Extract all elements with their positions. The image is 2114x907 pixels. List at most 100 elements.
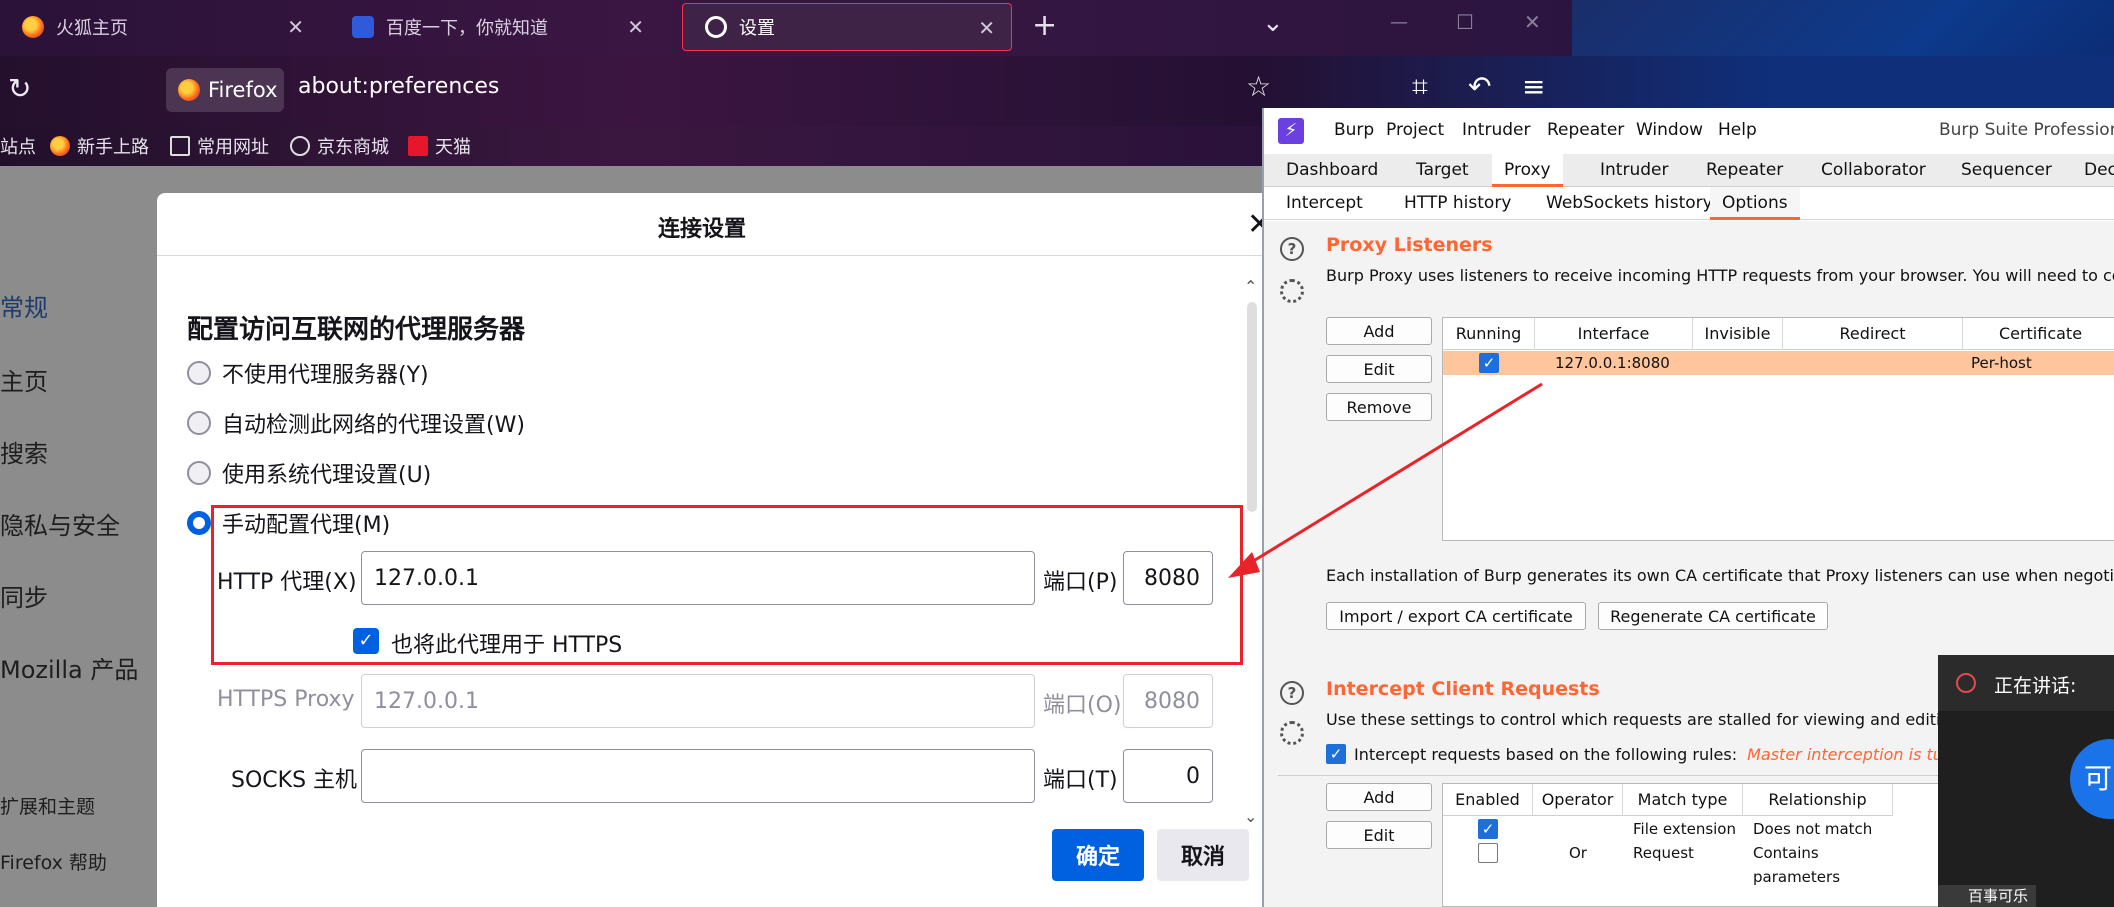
- regenerate-ca-button[interactable]: Regenerate CA certificate: [1598, 602, 1828, 630]
- help-icon[interactable]: ?: [1280, 681, 1304, 705]
- maximize-button[interactable]: ☐: [1456, 10, 1474, 34]
- tab-baidu[interactable]: 百度一下，你就知道 ✕: [330, 3, 660, 51]
- menu-intruder[interactable]: Intruder: [1462, 120, 1530, 140]
- socks-host-input[interactable]: [361, 749, 1035, 803]
- scroll-down-icon[interactable]: ⌄: [1244, 807, 1257, 826]
- table-row[interactable]: Or Request Contains parameters: [1443, 841, 1893, 886]
- tab-http-history[interactable]: HTTP history: [1392, 187, 1523, 220]
- column-header[interactable]: Redirect: [1783, 318, 1963, 350]
- bookmark-item[interactable]: 新手上路: [50, 132, 149, 160]
- tab-sequencer[interactable]: Sequencer: [1949, 154, 2064, 187]
- gear-icon[interactable]: [1280, 721, 1304, 745]
- radio-button[interactable]: [187, 461, 211, 485]
- column-header[interactable]: Operator: [1533, 784, 1623, 816]
- sidebar-item-privacy[interactable]: 隐私与安全: [0, 506, 120, 541]
- sidebar-item-general[interactable]: 常规: [0, 288, 48, 323]
- menu-burp[interactable]: Burp: [1334, 120, 1374, 140]
- menu-repeater[interactable]: Repeater: [1547, 120, 1624, 140]
- rule-add-button[interactable]: Add: [1326, 783, 1432, 811]
- close-tab-icon[interactable]: ✕: [978, 16, 995, 40]
- radio-button[interactable]: [187, 411, 211, 435]
- reload-icon[interactable]: ↻: [8, 72, 31, 105]
- https-port-input[interactable]: 8080: [1123, 674, 1213, 728]
- rule-edit-button[interactable]: Edit: [1326, 821, 1432, 849]
- column-header[interactable]: Invisible: [1693, 318, 1783, 350]
- sidebar-item-home[interactable]: 主页: [0, 362, 48, 397]
- table-row[interactable]: ✓ File extension Does not match: [1443, 817, 1893, 841]
- import-export-ca-button[interactable]: Import / export CA certificate: [1326, 602, 1586, 630]
- https-checkbox[interactable]: ✓: [353, 628, 379, 654]
- rule-enabled-checkbox[interactable]: [1478, 843, 1498, 863]
- http-port-input[interactable]: 8080: [1123, 551, 1213, 605]
- meeting-speaker-widget[interactable]: 正在讲话: 可 百事可乐: [1938, 655, 2114, 907]
- column-header[interactable]: Interface: [1535, 318, 1693, 350]
- rule-enabled-checkbox[interactable]: ✓: [1478, 819, 1498, 839]
- listeners-table[interactable]: Running Interface Invisible Redirect Cer…: [1442, 317, 2114, 541]
- tab-decoder[interactable]: Dec: [2072, 154, 2114, 187]
- close-tab-icon[interactable]: ✕: [627, 15, 644, 39]
- minimize-button[interactable]: —: [1390, 12, 1408, 33]
- tab-dashboard[interactable]: Dashboard: [1274, 154, 1390, 187]
- bookmark-item[interactable]: 常用网址: [170, 132, 269, 160]
- table-row[interactable]: ✓ 127.0.0.1:8080 Per-host: [1443, 351, 2114, 375]
- radio-auto-detect[interactable]: 自动检测此网络的代理设置(W): [187, 407, 525, 439]
- bookmark-star-icon[interactable]: ☆: [1246, 70, 1271, 103]
- tab-settings[interactable]: 设置 ✕: [682, 3, 1012, 51]
- http-proxy-input[interactable]: 127.0.0.1: [361, 551, 1035, 605]
- close-tab-icon[interactable]: ✕: [287, 15, 304, 39]
- tab-collaborator[interactable]: Collaborator: [1809, 154, 1938, 187]
- mic-off-icon: [1956, 673, 1976, 693]
- listener-edit-button[interactable]: Edit: [1326, 355, 1432, 383]
- hamburger-menu-icon[interactable]: ≡: [1522, 70, 1545, 103]
- radio-button[interactable]: [187, 361, 211, 385]
- scrollbar[interactable]: ⌃ ⌄: [1242, 277, 1262, 837]
- scroll-up-icon[interactable]: ⌃: [1244, 277, 1257, 296]
- intercept-rules-checkbox[interactable]: ✓: [1326, 744, 1346, 764]
- screenshot-crop-icon[interactable]: ⌗: [1412, 70, 1428, 104]
- running-checkbox[interactable]: ✓: [1479, 353, 1499, 373]
- column-header[interactable]: Match type: [1623, 784, 1743, 816]
- bookmark-item[interactable]: 天猫: [408, 132, 471, 160]
- back-arrow-icon[interactable]: ↶: [1468, 70, 1491, 103]
- bookmarks-toolbar: 站点 新手上路 常用网址 京东商城 天猫: [0, 126, 1262, 166]
- sidebar-extensions-link[interactable]: 扩展和主题: [0, 792, 95, 819]
- menu-window[interactable]: Window: [1636, 120, 1703, 140]
- listener-remove-button[interactable]: Remove: [1326, 393, 1432, 421]
- radio-system-proxy[interactable]: 使用系统代理设置(U): [187, 457, 431, 489]
- tab-repeater[interactable]: Repeater: [1694, 154, 1795, 187]
- bookmark-item[interactable]: 京东商城: [290, 132, 389, 160]
- new-tab-button[interactable]: +: [1032, 8, 1057, 43]
- radio-no-proxy[interactable]: 不使用代理服务器(Y): [187, 357, 429, 389]
- listener-add-button[interactable]: Add: [1326, 317, 1432, 345]
- column-header[interactable]: Relationship: [1743, 784, 1893, 816]
- url-bar[interactable]: about:preferences: [298, 74, 499, 99]
- bookmark-item[interactable]: 站点: [0, 132, 36, 160]
- radio-button-selected[interactable]: [187, 511, 211, 535]
- cancel-button[interactable]: 取消: [1157, 829, 1249, 881]
- ok-button[interactable]: 确定: [1052, 829, 1144, 881]
- tab-list-chevron-icon[interactable]: ⌄: [1262, 8, 1284, 38]
- scroll-thumb[interactable]: [1247, 302, 1257, 512]
- tab-intruder[interactable]: Intruder: [1588, 154, 1680, 187]
- tab-websockets-history[interactable]: WebSockets history: [1534, 187, 1725, 220]
- menu-project[interactable]: Project: [1386, 120, 1444, 140]
- tab-proxy[interactable]: Proxy: [1492, 154, 1563, 187]
- help-icon[interactable]: ?: [1280, 237, 1304, 261]
- tab-options[interactable]: Options: [1710, 187, 1800, 220]
- identity-box[interactable]: Firefox: [166, 68, 284, 112]
- menu-help[interactable]: Help: [1718, 120, 1757, 140]
- tab-firefox-home[interactable]: 火狐主页 ✕: [0, 3, 320, 51]
- sidebar-item-sync[interactable]: 同步: [0, 578, 48, 613]
- sidebar-item-search[interactable]: 搜索: [0, 434, 48, 469]
- sidebar-item-mozilla-products[interactable]: Mozilla 产品: [0, 650, 138, 685]
- socks-port-input[interactable]: 0: [1123, 749, 1213, 803]
- https-proxy-input[interactable]: 127.0.0.1: [361, 674, 1035, 728]
- tab-target[interactable]: Target: [1404, 154, 1481, 187]
- sidebar-help-link[interactable]: Firefox 帮助: [0, 848, 107, 875]
- column-header[interactable]: Enabled: [1443, 784, 1533, 816]
- gear-icon[interactable]: [1280, 279, 1304, 303]
- column-header[interactable]: Certificate: [1963, 318, 2114, 350]
- column-header[interactable]: Running: [1443, 318, 1535, 350]
- window-close-button[interactable]: ✕: [1524, 10, 1541, 34]
- tab-intercept[interactable]: Intercept: [1274, 187, 1375, 220]
